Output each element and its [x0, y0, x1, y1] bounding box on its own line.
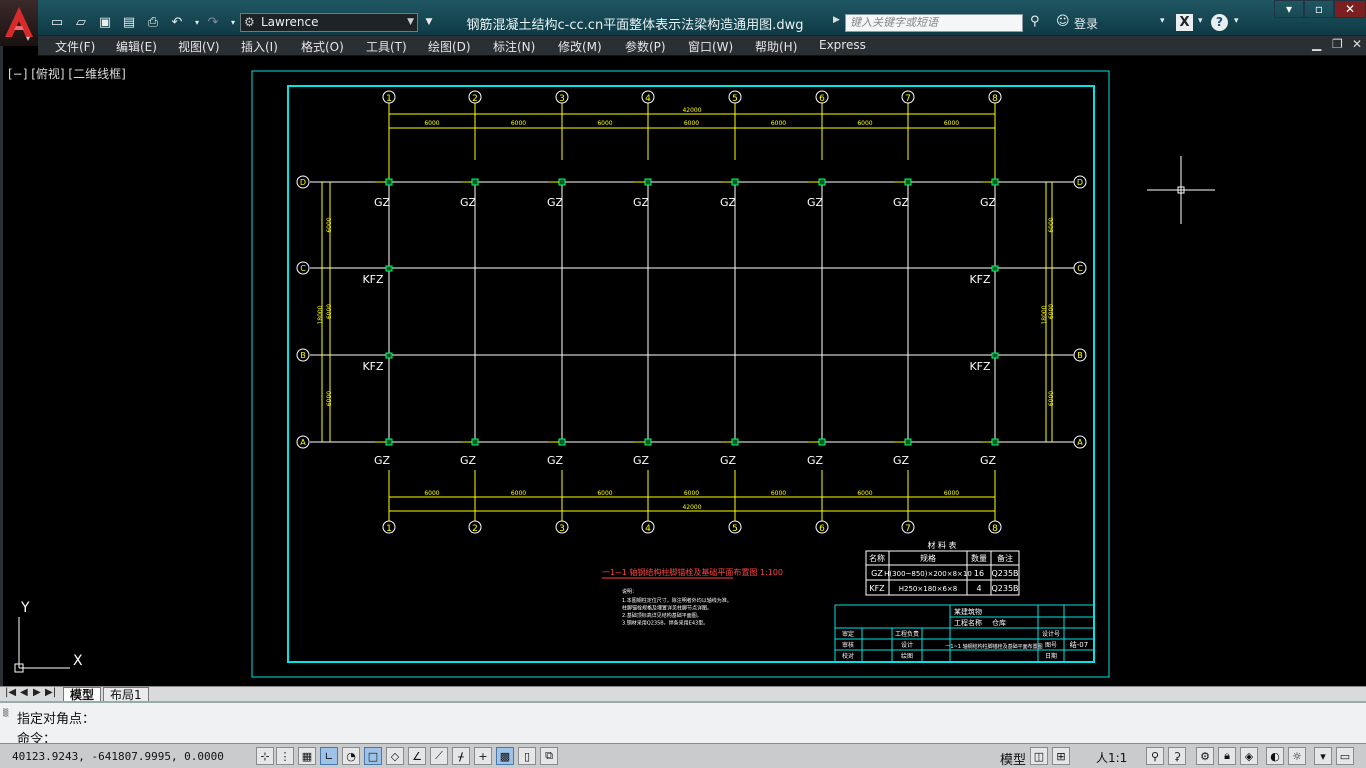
chevron-down-icon: ▼ — [407, 17, 414, 27]
menu-help[interactable]: 帮助(H) — [755, 38, 797, 55]
open-folder-icon[interactable]: ▱ — [72, 13, 90, 31]
lock-ui-icon[interactable]: 🔒︎ — [1218, 747, 1236, 765]
ortho-mode-icon[interactable]: ∟ — [320, 747, 338, 765]
object-snap-tracking-icon[interactable]: ∠ — [408, 747, 426, 765]
autocad-logo-icon: ▾ — [5, 7, 33, 43]
redo-icon[interactable]: ↷ — [204, 13, 222, 31]
customize-quick-access-icon[interactable]: ▼ — [420, 13, 438, 31]
auto-scale-icon[interactable]: ⚳ — [1168, 747, 1186, 765]
quick-view-layouts-icon[interactable]: ◫ — [1030, 747, 1048, 765]
quick-view-drawings-icon[interactable]: ⊞ — [1052, 747, 1070, 765]
first-tab-icon[interactable]: |◀ — [5, 687, 16, 698]
menu-modify[interactable]: 修改(M) — [558, 38, 602, 55]
menu-edit[interactable]: 编辑(E) — [116, 38, 157, 55]
drawing-canvas[interactable] — [3, 56, 1366, 686]
help-dropdown-icon[interactable]: ▾ — [1234, 16, 1239, 26]
status-menu-icon[interactable]: ▾ — [1314, 747, 1332, 765]
print-icon[interactable]: ⎙ — [144, 13, 162, 31]
binoculars-icon[interactable]: ⚲ — [1030, 14, 1040, 29]
workspace-select[interactable]: ⚙ Lawrence ▼ — [240, 13, 418, 32]
menu-express[interactable]: Express — [819, 38, 866, 52]
dynamic-ucs-icon[interactable]: ⟋ — [430, 747, 448, 765]
hardware-acceleration-icon[interactable]: ◈ — [1240, 747, 1258, 765]
menu-bar: 文件(F) 编辑(E) 视图(V) 插入(I) 格式(O) 工具(T) 绘图(D… — [38, 36, 1366, 56]
gear-icon: ⚙ — [244, 15, 255, 29]
3d-object-snap-icon[interactable]: ◇ — [386, 747, 404, 765]
grid-display-icon[interactable]: ▦ — [298, 747, 316, 765]
menu-view[interactable]: 视图(V) — [178, 38, 220, 55]
minimize-window-button[interactable]: ▾ — [1274, 0, 1304, 18]
dynamic-input-icon[interactable]: ᚋ — [452, 747, 470, 765]
restore-window-button[interactable]: ▫ — [1304, 0, 1334, 18]
selection-cycling-icon[interactable]: ⧉ — [540, 747, 558, 765]
model-space-button[interactable]: 模型 — [1000, 749, 1026, 768]
isolate-objects-icon[interactable]: ◐ — [1266, 747, 1284, 765]
tab-layout1[interactable]: 布局1 — [103, 687, 149, 702]
last-tab-icon[interactable]: ▶| — [45, 687, 56, 698]
annotation-scale[interactable]: 人1:1 — [1096, 749, 1127, 766]
close-window-button[interactable]: ✕ — [1334, 0, 1366, 18]
snap-mode-icon[interactable]: ⋮ — [276, 747, 294, 765]
menu-insert[interactable]: 插入(I) — [241, 38, 278, 55]
infer-constraints-icon[interactable]: ⊹ — [256, 747, 274, 765]
command-history: 指定对角点： — [17, 712, 96, 727]
object-snap-icon[interactable]: □ — [364, 747, 382, 765]
svg-text:▾: ▾ — [26, 34, 30, 43]
transparency-icon[interactable]: ▩ — [496, 747, 514, 765]
annotation-visibility-icon[interactable]: ⚲ — [1146, 747, 1164, 765]
status-bar: 40123.9243, -641807.9995, 0.0000 ⊹ ⋮ ▦ ∟… — [0, 743, 1366, 768]
undo-icon[interactable]: ↶ — [168, 13, 186, 31]
autocad-window: ▾ ▭ ▱ ▣ ▤ ⎙ ↶ ▾ ↷ ▾ ⚙ Lawrence ▼ ▼ 钢筋混凝土… — [0, 0, 1366, 768]
login-dropdown-icon[interactable]: ▾ — [1160, 16, 1165, 26]
search-expand-icon[interactable]: ▶ — [833, 15, 840, 25]
next-tab-icon[interactable]: ▶ — [33, 687, 41, 698]
save-icon[interactable]: ▣ — [96, 13, 114, 31]
save-as-icon[interactable]: ▤ — [120, 13, 138, 31]
prev-tab-icon[interactable]: ◀ — [20, 687, 28, 698]
document-title: 钢筋混凝土结构c-cc.cn平面整体表示法梁构造通用图.dwg — [466, 18, 804, 33]
lightbulb-icon[interactable]: ☼ — [1288, 747, 1306, 765]
command-grip-icon[interactable]: ▒ — [3, 709, 11, 717]
menu-draw[interactable]: 绘图(D) — [428, 38, 471, 55]
menu-tools[interactable]: 工具(T) — [366, 38, 407, 55]
clean-screen-icon[interactable]: ▭ — [1336, 747, 1354, 765]
doc-minimize-icon[interactable]: ▁ — [1312, 37, 1321, 51]
doc-close-icon[interactable]: ✕ — [1352, 37, 1362, 51]
command-window: ▒ 指定对角点： 命令： — [0, 701, 1366, 747]
cursor-coordinates[interactable]: 40123.9243, -641807.9995, 0.0000 — [12, 750, 224, 763]
viewport-controls[interactable]: [−] [俯视] [二维线框] — [8, 65, 126, 82]
workspace-switching-icon[interactable]: ⚙ — [1196, 747, 1214, 765]
menu-window[interactable]: 窗口(W) — [688, 38, 733, 55]
exchange-dropdown-icon[interactable]: ▾ — [1198, 16, 1203, 26]
layout-tabs-bar: |◀ ◀ ▶ ▶| 模型 布局1 — [0, 686, 1366, 702]
polar-tracking-icon[interactable]: ◔ — [342, 747, 360, 765]
menu-parametric[interactable]: 参数(P) — [625, 38, 666, 55]
login-button[interactable]: 登录 — [1074, 15, 1098, 32]
menu-file[interactable]: 文件(F) — [55, 38, 95, 55]
new-file-icon[interactable]: ▭ — [48, 13, 66, 31]
user-icon[interactable]: ☺ — [1056, 14, 1070, 29]
application-menu-button[interactable]: ▾ — [0, 0, 38, 46]
exchange-icon[interactable]: X — [1176, 14, 1193, 31]
menu-format[interactable]: 格式(O) — [301, 38, 344, 55]
quick-properties-icon[interactable]: ▯ — [518, 747, 536, 765]
help-icon[interactable]: ? — [1211, 14, 1228, 31]
lineweight-icon[interactable]: + — [474, 747, 492, 765]
tab-model[interactable]: 模型 — [63, 687, 102, 702]
menu-dimension[interactable]: 标注(N) — [493, 38, 535, 55]
doc-restore-icon[interactable]: ❐ — [1332, 37, 1343, 51]
title-bar: ▾ ▭ ▱ ▣ ▤ ⎙ ↶ ▾ ↷ ▾ ⚙ Lawrence ▼ ▼ 钢筋混凝土… — [0, 0, 1366, 46]
search-input[interactable]: 键入关键字或短语 — [845, 14, 1023, 32]
workspace-label: Lawrence — [261, 15, 319, 29]
